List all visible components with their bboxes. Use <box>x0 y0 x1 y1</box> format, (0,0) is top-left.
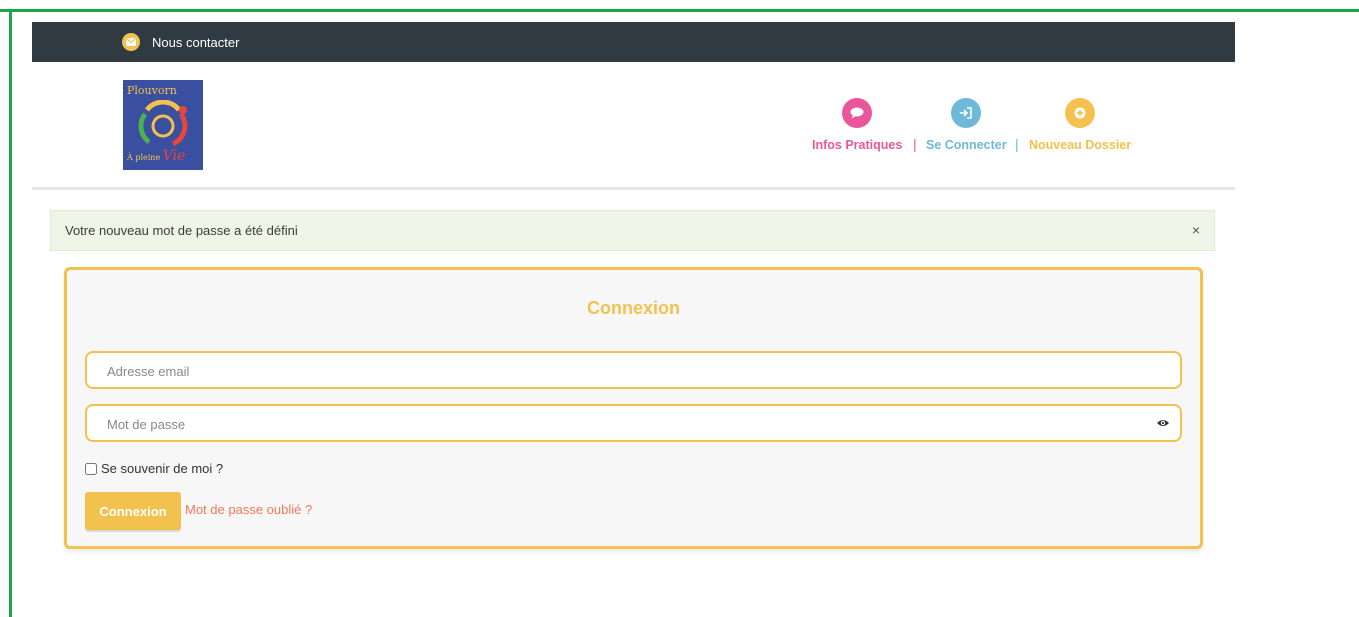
email-field <box>85 351 1182 389</box>
logo-tagline-text: À pleine <box>127 153 161 162</box>
frame-border-top <box>0 9 1359 12</box>
success-alert: Votre nouveau mot de passe a été défini … <box>50 210 1215 251</box>
top-bar: Nous contacter <box>32 22 1235 62</box>
logo-tagline: À pleine Vie <box>127 148 185 164</box>
remember-me-label: Se souvenir de moi ? <box>101 461 224 476</box>
envelope-icon <box>122 33 140 51</box>
remember-me-checkbox[interactable] <box>85 462 97 475</box>
email-input[interactable] <box>105 353 1129 389</box>
plus-circle-icon <box>1065 98 1095 128</box>
nav-label-se-connecter: Se Connecter <box>926 138 1007 152</box>
nav-label-nouveau-dossier: Nouveau Dossier <box>1029 138 1132 152</box>
sign-in-icon <box>951 98 981 128</box>
nav-separator: | <box>1015 136 1019 152</box>
site-logo[interactable]: Plouvorn À pleine Vie <box>123 80 203 170</box>
logo-name: Plouvorn <box>127 84 177 97</box>
login-button[interactable]: Connexion <box>85 492 181 530</box>
header-divider <box>32 187 1235 190</box>
close-icon[interactable]: × <box>1192 222 1200 238</box>
logo-mark-icon <box>138 100 188 147</box>
remember-me[interactable]: Se souvenir de moi ? <box>85 461 223 476</box>
nav-label-infos-pratiques: Infos Pratiques <box>812 138 903 152</box>
frame-border-left <box>9 9 12 617</box>
contact-label: Nous contacter <box>152 34 240 50</box>
login-title: Connexion <box>587 298 680 318</box>
forgot-password-link[interactable]: Mot de passe oublié ? <box>185 502 312 517</box>
password-field <box>85 404 1182 442</box>
logo-tagline-accent: Vie <box>162 148 186 164</box>
eye-icon[interactable] <box>1156 416 1170 430</box>
speech-bubble-icon <box>842 98 872 128</box>
alert-message: Votre nouveau mot de passe a été défini <box>65 223 298 238</box>
nav-separator: | <box>913 136 917 152</box>
password-input[interactable] <box>105 406 1129 442</box>
header-nav: Infos Pratiques | Se Connecter | Nouveau… <box>810 96 1150 156</box>
login-card: Connexion Se souvenir de moi ? Connexion… <box>64 267 1203 549</box>
contact-link[interactable]: Nous contacter <box>122 22 239 62</box>
